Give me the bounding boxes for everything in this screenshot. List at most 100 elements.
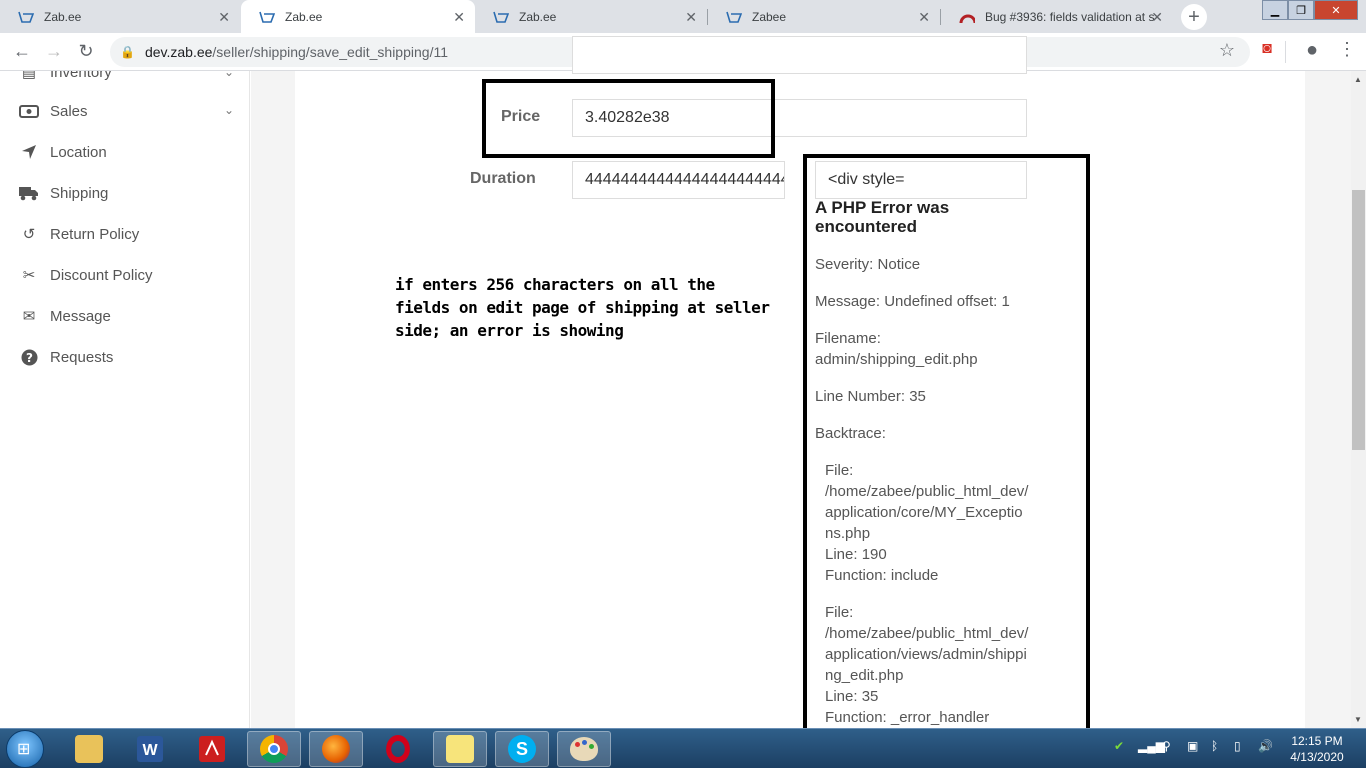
taskbar-skype[interactable]: S [495,731,549,767]
sidebar-item-return-policy[interactable]: ↺ Return Policy [18,219,140,249]
browser-tab-strip: Zab.ee ✕ Zab.ee ✕ Zab.ee ✕ Zabee ✕ Bug #… [0,0,1366,33]
volume-icon[interactable]: 🔊 [1258,739,1273,753]
duration-input[interactable]: 44444444444444444444444444444444 [572,161,785,199]
sidebar-item-label: Discount Policy [50,266,153,284]
shipping-edit-panel [295,71,1305,728]
menu-kebab-icon[interactable]: ⋮ [1335,39,1359,60]
trace-file: /home/zabee/public_html_dev/application/… [825,483,1029,542]
zabee-favicon-icon [493,10,509,24]
zabee-favicon-icon [726,10,742,24]
opera-icon [386,735,410,763]
tab-2-active[interactable]: Zab.ee ✕ [241,0,475,33]
security-shield-icon[interactable]: ✔ [1114,739,1124,753]
scroll-up-icon[interactable]: ▲ [1354,75,1362,84]
reload-icon[interactable]: ↻ [74,41,98,62]
maximize-window-button[interactable]: ❐ [1288,0,1314,20]
tab-1[interactable]: Zab.ee ✕ [0,0,240,33]
start-button[interactable]: ⊞ [6,730,44,768]
taskbar-sticky-notes[interactable] [433,731,487,767]
restore-icon: ❐ [1296,4,1306,17]
bluetooth-icon[interactable]: ᛒ [1211,739,1218,753]
signal-icon[interactable]: ▂▄▆ [1138,739,1165,753]
close-icon: ✕ [1331,4,1341,17]
sidebar-item-requests[interactable]: ? Requests [18,342,113,372]
lock-icon: 🔒 [120,45,135,59]
sidebar-item-location[interactable]: Location [18,137,107,167]
toolbar-divider [1285,41,1286,63]
system-clock[interactable]: 12:15 PM 4/13/2020 [1278,733,1356,765]
chevron-down-icon[interactable]: ⌄ [224,103,234,117]
url-path: /seller/shipping/save_edit_shipping/11 [212,44,448,60]
skype-icon: S [508,735,536,763]
taskbar-opera[interactable] [371,731,425,767]
tab-title: Zab.ee [44,9,82,24]
plus-icon: + [1188,5,1200,28]
taskbar-chrome[interactable] [247,731,301,767]
close-tab-icon[interactable]: ✕ [1151,9,1163,26]
taskbar-explorer[interactable] [62,731,116,767]
close-window-button[interactable]: ✕ [1314,0,1358,20]
scrollbar-thumb[interactable] [1352,190,1365,450]
trace-file-label: File: [825,604,854,621]
trace-file: /home/zabee/public_html_dev/application/… [825,625,1029,684]
close-tab-icon[interactable]: ✕ [685,9,697,26]
tab-4[interactable]: Zabee ✕ [708,0,940,33]
annotation-note: if enters 256 characters on all the fiel… [395,275,770,340]
display-icon[interactable]: ▣ [1187,739,1198,753]
scroll-down-icon[interactable]: ▼ [1354,715,1362,724]
zabee-favicon-icon [18,10,34,24]
sidebar-item-shipping[interactable]: Shipping [18,178,108,208]
close-tab-icon[interactable]: ✕ [218,9,230,26]
network-icon[interactable]: ⚲ [1162,739,1171,753]
price-highlight-box [482,79,775,158]
top-field-partial[interactable] [572,36,1027,74]
inventory-icon: ▤ [21,71,37,81]
new-tab-button[interactable]: + [1181,4,1207,30]
pdf-icon [198,735,226,763]
sidebar-item-label: Sales [50,102,88,120]
duration-label: Duration [470,170,536,187]
error-message: Message: Undefined offset: 1 [815,293,1010,310]
question-icon: ? [18,349,40,366]
sidebar-item-message[interactable]: ✉ Message [18,301,111,331]
chevron-down-icon[interactable]: ⌄ [224,71,234,79]
error-line-number: Line Number: 35 [815,388,926,405]
screen-record-icon[interactable]: ◙ [1255,40,1279,58]
usb-device-icon[interactable]: ▯ [1234,739,1241,753]
close-tab-icon[interactable]: ✕ [918,9,930,26]
sidebar-item-label: Inventory [50,71,112,81]
error-title: A PHP Error was encountered [815,198,950,236]
bookmark-star-icon[interactable]: ☆ [1215,40,1239,61]
sidebar-item-sales[interactable]: Sales [18,96,88,126]
sidebar-item-label: Return Policy [50,225,140,243]
taskbar-word[interactable]: W [123,731,177,767]
sticky-notes-icon [446,735,474,763]
trace-line: Line: 190 [825,546,887,563]
svg-text:W: W [142,742,158,759]
url-host: dev.zab.ee [144,44,213,60]
close-tab-icon[interactable]: ✕ [453,9,465,26]
taskbar-firefox[interactable] [309,731,363,767]
backtrace-entry: File: /home/zabee/public_html_dev/applic… [825,460,1030,586]
trace-line: Line: 35 [825,688,879,705]
error-severity: Severity: Notice [815,256,921,273]
paint-palette-icon [570,737,598,761]
money-icon [18,104,40,118]
forward-icon[interactable]: → [42,41,66,62]
folder-icon [75,735,103,763]
minimize-window-button[interactable]: ▁ [1262,0,1288,20]
tab-title: Bug #3936: fields validation at s [985,9,1155,24]
sidebar-item-label: Message [50,307,111,325]
seller-sidebar: ▤ Inventory ⌄ Sales ⌄ Location Shipping … [0,71,250,728]
taskbar-paint[interactable] [557,731,611,767]
sidebar-item-discount-policy[interactable]: ✂ Discount Policy [18,260,153,290]
profile-avatar-icon[interactable]: ● [1300,39,1324,62]
envelope-icon: ✉ [22,308,36,325]
windows-taskbar: ⊞ W S ✔ ▂▄▆ ⚲ ▣ ᛒ ▯ 🔊 12:15 PM 4/13/2020 [0,728,1366,768]
tab-3[interactable]: Zab.ee ✕ [475,0,707,33]
tab-title: Zab.ee [519,9,557,24]
back-icon[interactable]: ← [10,41,34,62]
tab-5[interactable]: Bug #3936: fields validation at s ✕ [941,0,1173,33]
sidebar-item-inventory[interactable]: ▤ Inventory [18,71,112,87]
taskbar-acrobat[interactable] [185,731,239,767]
